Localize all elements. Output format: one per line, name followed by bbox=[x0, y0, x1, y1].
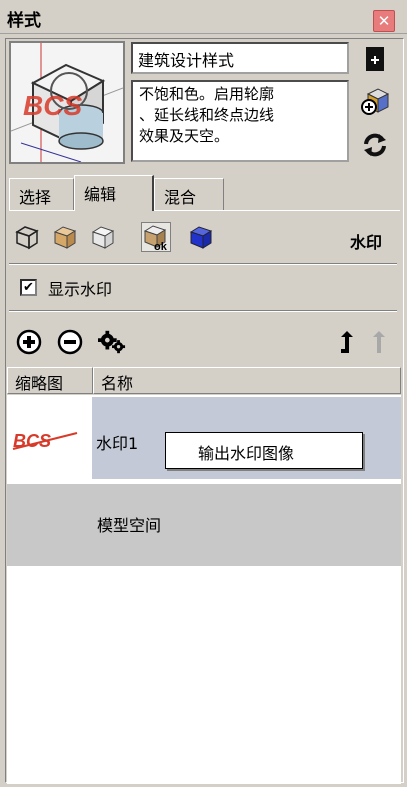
tab-select[interactable]: 选择 bbox=[9, 178, 74, 210]
close-button[interactable]: ✕ bbox=[373, 10, 395, 32]
move-up-icon[interactable] bbox=[333, 328, 361, 356]
close-icon: ✕ bbox=[377, 12, 391, 30]
description-line: 效果及天空。 bbox=[139, 127, 230, 145]
model-space-name: 模型空间 bbox=[97, 516, 162, 535]
column-header-name[interactable]: 名称 bbox=[93, 367, 401, 394]
bcs-logo-icon: BCS bbox=[12, 431, 78, 451]
divider bbox=[9, 263, 397, 265]
show-watermark-checkbox[interactable]: ✔ bbox=[20, 279, 37, 296]
show-watermark-label: 显示水印 bbox=[48, 280, 113, 299]
description-line: 不饱和色。启用轮廓 bbox=[139, 85, 275, 103]
column-header-thumbnail[interactable]: 缩略图 bbox=[7, 367, 93, 394]
watermark-settings-gear-icon[interactable] bbox=[98, 328, 126, 356]
section-title: 水印 bbox=[350, 233, 383, 252]
watermark-settings-icon[interactable]: ok bbox=[141, 222, 171, 252]
modeling-settings-icon[interactable] bbox=[186, 222, 216, 252]
refresh-icon[interactable] bbox=[360, 130, 390, 160]
window-title: 样式 bbox=[7, 11, 41, 31]
watermark-thumbnail[interactable]: BCS bbox=[7, 397, 92, 479]
model-space-row[interactable] bbox=[7, 484, 401, 566]
context-menu-item-export-watermark[interactable]: 输出水印图像 bbox=[165, 432, 363, 469]
watermark-name: 水印1 bbox=[96, 434, 139, 453]
background-settings-icon[interactable] bbox=[88, 222, 118, 252]
update-style-icon[interactable] bbox=[360, 86, 390, 116]
add-watermark-icon[interactable] bbox=[15, 328, 43, 356]
face-settings-icon[interactable] bbox=[50, 222, 80, 252]
divider bbox=[9, 310, 397, 312]
style-thumbnail: BCS bbox=[9, 41, 125, 164]
tab-label: 编辑 bbox=[84, 185, 117, 204]
create-new-style-icon[interactable] bbox=[360, 44, 390, 74]
edge-settings-icon[interactable] bbox=[12, 222, 42, 252]
title-bar bbox=[0, 0, 407, 34]
style-description-field[interactable]: 不饱和色。启用轮廓 、延长线和终点边线 效果及天空。 bbox=[131, 80, 349, 162]
tab-mix[interactable]: 混合 bbox=[154, 178, 224, 210]
style-name-field[interactable]: 建筑设计样式 bbox=[131, 42, 349, 74]
tab-edit[interactable]: 编辑 bbox=[74, 175, 154, 211]
description-line: 、延长线和终点边线 bbox=[139, 106, 275, 124]
move-down-icon[interactable] bbox=[365, 328, 393, 356]
tab-label: 混合 bbox=[164, 188, 197, 207]
svg-text:ok: ok bbox=[154, 241, 168, 251]
style-preview-image: BCS bbox=[10, 43, 124, 163]
svg-text:BCS: BCS bbox=[23, 90, 82, 121]
tab-label: 选择 bbox=[19, 188, 52, 207]
remove-watermark-icon[interactable] bbox=[56, 328, 84, 356]
